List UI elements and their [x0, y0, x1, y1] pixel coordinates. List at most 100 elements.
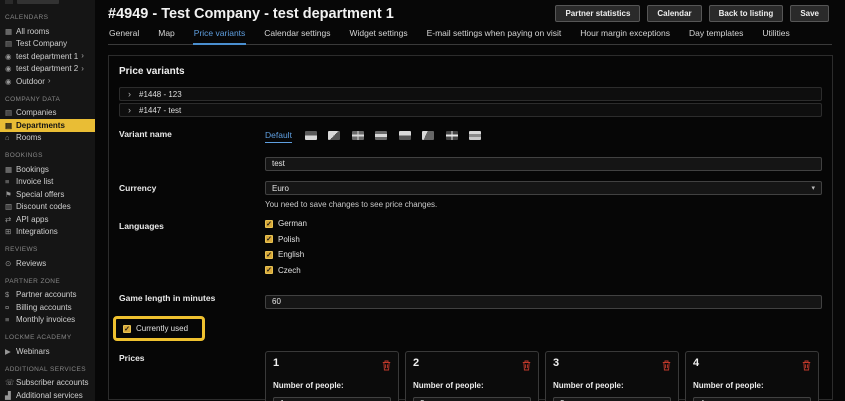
tab-hour-margin-exceptions[interactable]: Hour margin exceptions — [579, 25, 671, 44]
price-card-number: 1 — [273, 357, 279, 369]
annotation-highlight: ✓ Currently used — [113, 316, 205, 341]
game-length-label: Game length in minutes — [119, 291, 265, 309]
reviews-icon: ⊙ — [5, 259, 16, 268]
variant-accordion-row[interactable]: › #1447 - test — [119, 103, 822, 117]
language-label: Polish — [278, 235, 300, 244]
people-label: Number of people: — [553, 381, 671, 390]
variant-name-input[interactable] — [265, 157, 822, 171]
people-input[interactable] — [553, 397, 671, 401]
game-length-input[interactable] — [265, 295, 822, 309]
flag-2-icon[interactable] — [328, 131, 340, 140]
tab-day-templates[interactable]: Day templates — [688, 25, 744, 44]
sidebar-partial-label — [17, 0, 59, 4]
sidebar-item-invoice-list[interactable]: ≡ Invoice list — [0, 176, 95, 189]
sidebar-section-title: PARTNER ZONE — [0, 278, 95, 285]
checkbox-checked-icon[interactable]: ✓ — [265, 220, 273, 228]
variant-accordion-row[interactable]: › #1448 - 123 — [119, 87, 822, 101]
tab-price-variants[interactable]: Price variants — [193, 25, 247, 45]
tab-map[interactable]: Map — [157, 25, 176, 44]
sidebar-item-additional-services[interactable]: ▟ Additional services — [0, 389, 95, 401]
price-card-number: 3 — [553, 357, 559, 369]
checkbox-checked-icon[interactable]: ✓ — [265, 266, 273, 274]
calendar-button[interactable]: Calendar — [647, 5, 701, 22]
sidebar-item-special-offers[interactable]: ⚑ Special offers — [0, 188, 95, 201]
tab-e-mail-settings-when-paying-on-visit[interactable]: E-mail settings when paying on visit — [426, 25, 563, 44]
price-cards: 1 Number of people: Price € 2 Number of … — [265, 351, 822, 401]
sidebar-item-outdoor[interactable]: ◉ Outdoor › — [0, 75, 95, 88]
sidebar-item-partial[interactable] — [0, 0, 95, 6]
subscriber-icon: ☏ — [5, 378, 16, 387]
sidebar-item-discount-codes[interactable]: ▥ Discount codes — [0, 201, 95, 214]
currency-select[interactable]: Euro ▾ — [265, 181, 822, 195]
people-input[interactable] — [693, 397, 811, 401]
flag-1-icon[interactable] — [305, 131, 317, 140]
sidebar-item-api-apps[interactable]: ⇄ API apps — [0, 213, 95, 226]
sidebar-item-companies[interactable]: ▤ Companies — [0, 107, 95, 120]
panel-title: Price variants — [119, 66, 822, 77]
people-input[interactable] — [273, 397, 391, 401]
back-to-listing-button[interactable]: Back to listing — [709, 5, 784, 22]
price-card-3: 3 Number of people: Price € — [545, 351, 679, 401]
people-input[interactable] — [413, 397, 531, 401]
delete-price-icon[interactable] — [802, 358, 811, 376]
delete-price-icon[interactable] — [662, 358, 671, 376]
language-checkbox-german[interactable]: ✓ German — [265, 219, 822, 228]
sidebar-section-title: COMPANY DATA — [0, 96, 95, 103]
sidebar-item-test-department-2[interactable]: ◉ test department 2 › — [0, 63, 95, 76]
checkbox-checked-icon[interactable]: ✓ — [265, 235, 273, 243]
language-checkbox-polish[interactable]: ✓ Polish — [265, 235, 822, 244]
sidebar-item-integrations[interactable]: ⊞ Integrations — [0, 226, 95, 239]
language-checkbox-czech[interactable]: ✓ Czech — [265, 266, 822, 275]
checkbox-checked-icon[interactable]: ✓ — [265, 251, 273, 259]
flag-8-icon[interactable] — [469, 131, 481, 140]
sidebar-partial-icon — [5, 0, 13, 4]
page-title: #4949 - Test Company - test department 1 — [108, 6, 394, 22]
sidebar-section-reviews: REVIEWS ⊙ Reviews — [0, 246, 95, 270]
people-label: Number of people: — [693, 381, 811, 390]
billing-icon: ¤ — [5, 303, 16, 312]
save-button[interactable]: Save — [790, 5, 829, 22]
sidebar-item-rooms[interactable]: ⌂ Rooms — [0, 132, 95, 145]
partner-statistics-button[interactable]: Partner statistics — [555, 5, 640, 22]
flag-7-icon[interactable] — [446, 131, 458, 140]
bookings-icon: ▦ — [5, 165, 16, 174]
currently-used-checkbox-row[interactable]: ✓ Currently used — [123, 324, 188, 333]
sidebar-section-title: ADDITIONAL SERVICES — [0, 366, 95, 373]
flag-3-icon[interactable] — [352, 131, 364, 140]
sidebar-item-test-department-1[interactable]: ◉ test department 1 › — [0, 50, 95, 63]
tab-general[interactable]: General — [108, 25, 140, 44]
delete-price-icon[interactable] — [522, 358, 531, 376]
sidebar-item-all-rooms[interactable]: ▦ All rooms — [0, 25, 95, 38]
delete-price-icon[interactable] — [382, 358, 391, 376]
flag-5-icon[interactable] — [399, 131, 411, 140]
tab-utilities[interactable]: Utilities — [761, 25, 790, 44]
sidebar-item-test-company[interactable]: ▤ Test Company — [0, 38, 95, 51]
sidebar-item-reviews[interactable]: ⊙ Reviews — [0, 257, 95, 270]
language-label: Czech — [278, 266, 301, 275]
sidebar-item-webinars[interactable]: ▶ Webinars — [0, 345, 95, 358]
people-label: Number of people: — [413, 381, 531, 390]
flag-4-icon[interactable] — [375, 131, 387, 140]
price-card-1: 1 Number of people: Price € — [265, 351, 399, 401]
tab-calendar-settings[interactable]: Calendar settings — [263, 25, 331, 44]
sidebar-item-partner-accounts[interactable]: $ Partner accounts — [0, 289, 95, 302]
sidebar-item-subscriber-accounts[interactable]: ☏ Subscriber accounts — [0, 377, 95, 390]
sidebar-item-bookings[interactable]: ▦ Bookings — [0, 163, 95, 176]
pin-icon: ◉ — [5, 52, 16, 61]
language-checkbox-english[interactable]: ✓ English — [265, 250, 822, 259]
currency-value: Euro — [272, 184, 289, 193]
language-label: German — [278, 219, 307, 228]
currently-used-label: Currently used — [136, 324, 188, 333]
tab-widget-settings[interactable]: Widget settings — [348, 25, 408, 44]
sidebar-item-monthly-invoices[interactable]: ≡ Monthly invoices — [0, 314, 95, 327]
sidebar-item-departments[interactable]: ▤ Departments — [0, 119, 95, 132]
sidebar-section-title: REVIEWS — [0, 246, 95, 253]
tab-default-language[interactable]: Default — [265, 130, 292, 143]
checkbox-checked-icon[interactable]: ✓ — [123, 325, 131, 333]
sidebar-item-billing-accounts[interactable]: ¤ Billing accounts — [0, 301, 95, 314]
sidebar-section-lockme-academy: LOCKME ACADEMY ▶ Webinars — [0, 334, 95, 358]
webinar-icon: ▶ — [5, 347, 16, 356]
flag-6-icon[interactable] — [422, 131, 434, 140]
variant-accordions: › #1448 - 123 › #1447 - test — [119, 87, 822, 117]
tab-bar: General Map Price variants Calendar sett… — [108, 25, 832, 45]
